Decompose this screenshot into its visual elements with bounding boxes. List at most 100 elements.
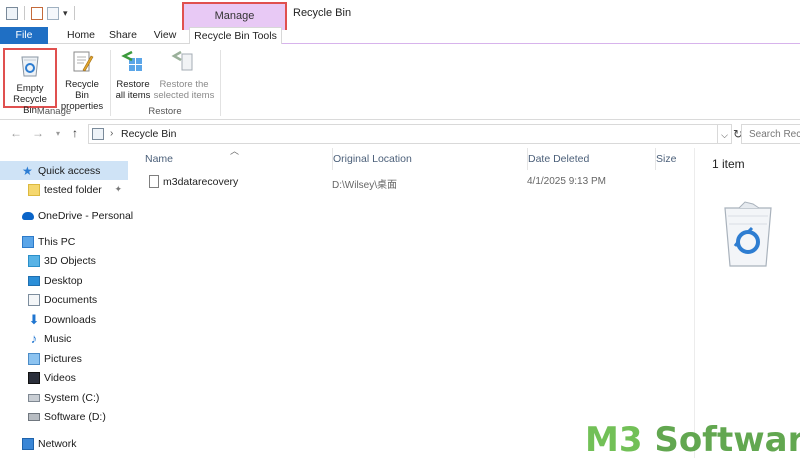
nav-network[interactable]: Network	[0, 434, 128, 453]
table-row[interactable]: m3datarecovery D:\Wilsey\桌面 4/1/2025 9:1…	[138, 172, 688, 192]
nav-software-drive[interactable]: Software (D:)	[0, 407, 128, 426]
restore-selected-icon	[171, 50, 193, 71]
ribbon: Empty Recycle Bin Recycle Bin properties…	[0, 44, 800, 120]
column-header-size[interactable]: Size	[655, 148, 695, 170]
empty-recycle-bin-button[interactable]: Empty Recycle Bin	[3, 48, 57, 116]
toolbar-divider	[73, 6, 75, 20]
tab-file[interactable]: File	[0, 27, 48, 44]
pin-icon[interactable]: ✦	[114, 184, 122, 195]
navigation-pane: ★ Quick access tested folder ✦ OneDrive …	[0, 148, 133, 458]
group-label-restore: Restore	[148, 106, 182, 117]
restore-all-label-line1: Restore	[116, 79, 150, 90]
nav-label: Music	[44, 332, 72, 345]
nav-tested-folder[interactable]: tested folder ✦	[0, 180, 128, 199]
column-label: Original Location	[333, 153, 412, 165]
nav-onedrive[interactable]: OneDrive - Personal	[0, 206, 133, 225]
tab-home[interactable]: Home	[60, 27, 102, 44]
tab-recycle-bin-tools[interactable]: Recycle Bin Tools	[189, 27, 282, 45]
breadcrumb-chevron-icon[interactable]: ›	[110, 128, 113, 139]
ribbon-group-divider	[110, 50, 111, 116]
nav-label: Network	[38, 437, 77, 450]
restore-all-items-button[interactable]: Restore all items	[114, 48, 152, 101]
column-header-name[interactable]: Name	[145, 148, 325, 170]
window-title: Recycle Bin	[293, 7, 352, 19]
new-folder-icon[interactable]	[47, 6, 59, 20]
column-header-date-deleted[interactable]: Date Deleted	[527, 148, 647, 170]
props-label-line1: Recycle Bin	[65, 79, 99, 101]
item-count: 1 item	[712, 157, 745, 171]
properties-checkbox-icon[interactable]	[31, 6, 43, 20]
watermark-m3: M3	[585, 420, 643, 458]
column-label: Name	[145, 153, 174, 165]
tab-share[interactable]: Share	[103, 27, 143, 44]
drive-icon	[28, 412, 40, 421]
file-name: m3datarecovery	[163, 176, 239, 188]
nav-label: Pictures	[44, 352, 82, 365]
nav-videos[interactable]: Videos	[0, 368, 128, 387]
file-icon	[149, 175, 159, 188]
nav-label: Videos	[44, 371, 76, 384]
empty-label-line1: Empty	[16, 83, 44, 94]
file-list: ︿ Name Original Location Date Deleted Si…	[138, 146, 688, 458]
recent-locations-chevron-icon[interactable]: ▾	[56, 129, 60, 138]
watermark-software: Software	[654, 420, 800, 458]
file-date-deleted: 4/1/2025 9:13 PM	[527, 176, 606, 187]
address-row: ← → ▾ ↑ › Recycle Bin ⌵ ↻ Search Recycle…	[0, 121, 800, 147]
restore-sel-label-line2: selected items	[153, 90, 215, 101]
star-icon: ★	[22, 163, 33, 178]
column-header-original-location[interactable]: Original Location	[332, 148, 522, 170]
recycle-bin-small-icon[interactable]	[6, 6, 18, 20]
ribbon-group-divider	[220, 50, 221, 116]
nav-label: Software (D:)	[44, 410, 106, 423]
drive-icon	[28, 393, 40, 402]
restore-all-icon	[121, 50, 142, 71]
toolbar-divider	[24, 6, 25, 20]
tab-view[interactable]: View	[145, 27, 185, 44]
m3-software-watermark-logo: M3 Software	[585, 420, 800, 458]
recycle-bin-large-icon	[724, 201, 772, 267]
download-arrow-icon: ⬇	[28, 311, 40, 327]
nav-label: OneDrive - Personal	[38, 209, 134, 222]
nav-desktop[interactable]: Desktop	[0, 271, 128, 290]
onedrive-cloud-icon	[22, 211, 34, 220]
column-label: Size	[656, 153, 677, 165]
nav-label: 3D Objects	[44, 254, 96, 267]
restore-selected-items-button[interactable]: Restore the selected items	[153, 48, 215, 101]
properties-icon	[73, 51, 94, 72]
nav-label: Quick access	[38, 164, 101, 177]
breadcrumb-recycle-bin[interactable]: Recycle Bin	[121, 128, 176, 140]
nav-pictures[interactable]: Pictures	[0, 349, 128, 368]
nav-label: tested folder	[44, 183, 102, 196]
column-label: Date Deleted	[528, 153, 590, 165]
forward-arrow-icon[interactable]: →	[32, 126, 44, 140]
nav-3d-objects[interactable]: 3D Objects	[0, 251, 128, 270]
recycle-bin-icon	[21, 56, 39, 77]
nav-downloads[interactable]: ⬇ Downloads	[0, 310, 128, 329]
nav-system-drive[interactable]: System (C:)	[0, 388, 128, 407]
videos-icon	[28, 371, 40, 384]
back-arrow-icon[interactable]: ←	[10, 126, 22, 140]
nav-quick-access[interactable]: ★ Quick access	[0, 161, 128, 180]
details-pane: 1 item	[694, 148, 800, 458]
folder-icon	[28, 183, 40, 196]
search-input[interactable]: Search Recycle Bin	[741, 124, 800, 144]
nav-label: Desktop	[44, 274, 83, 287]
nav-documents[interactable]: Documents	[0, 290, 128, 309]
documents-icon	[28, 293, 40, 306]
restore-sel-label-line1: Restore the	[159, 79, 209, 90]
address-bar[interactable]: › Recycle Bin	[88, 124, 718, 144]
search-placeholder: Search Recycle Bin	[749, 129, 800, 140]
pictures-icon	[28, 352, 40, 365]
address-dropdown-chevron-icon[interactable]: ⌵	[718, 124, 732, 144]
group-label-manage: Manage	[36, 106, 72, 117]
computer-icon	[22, 235, 34, 248]
nav-label: Documents	[44, 293, 98, 306]
nav-music[interactable]: ♪ Music	[0, 329, 128, 348]
title-bar: ▾ Recycle Bin	[0, 0, 800, 27]
recycle-bin-properties-button[interactable]: Recycle Bin properties	[58, 48, 106, 112]
manage-context-tab[interactable]: Manage	[182, 2, 287, 30]
customize-toolbar-dropdown-icon[interactable]: ▾	[63, 8, 68, 19]
nav-this-pc[interactable]: This PC	[0, 232, 128, 251]
quick-access-toolbar: ▾	[6, 6, 77, 20]
up-arrow-icon[interactable]: ↑	[72, 126, 78, 140]
